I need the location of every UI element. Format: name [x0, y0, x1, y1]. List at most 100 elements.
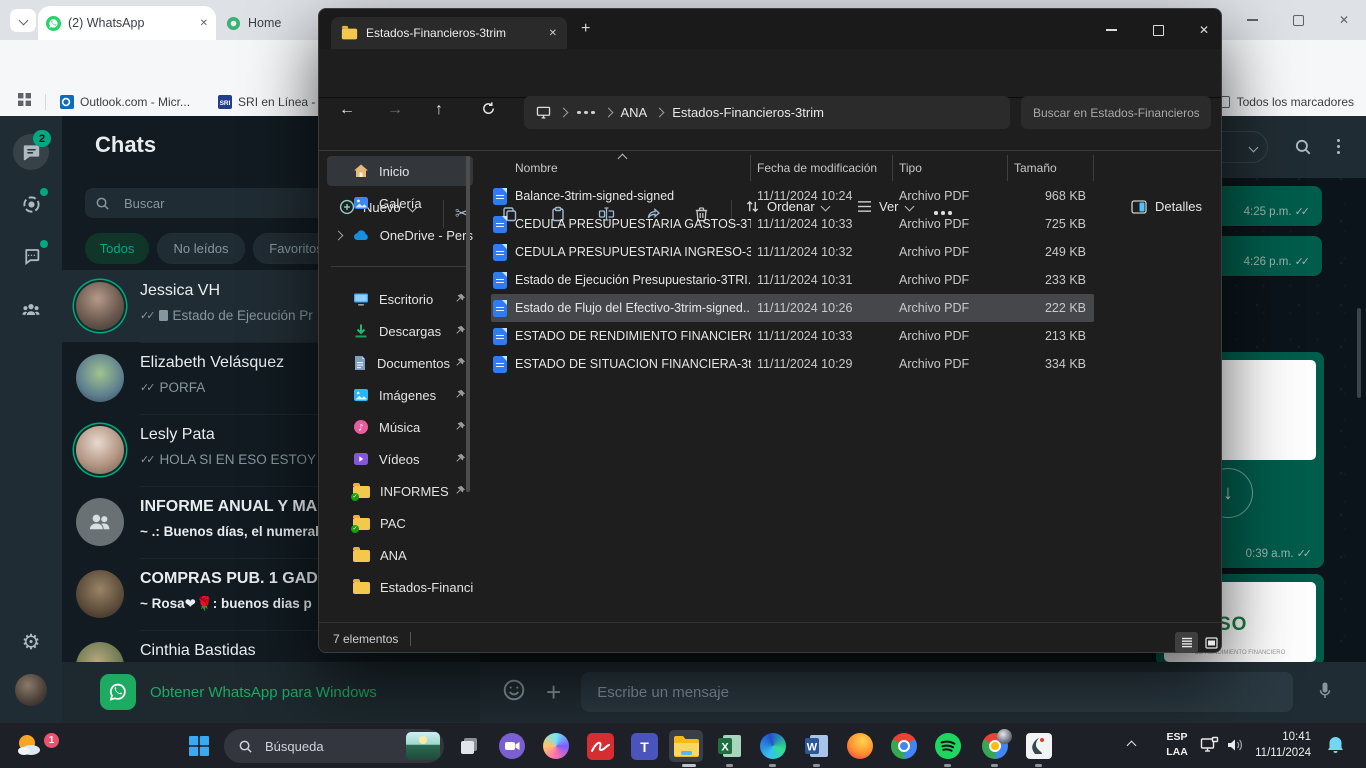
thumbnail-view-button[interactable] — [1200, 632, 1223, 653]
sidebar-item-videos[interactable]: Vídeos — [327, 444, 473, 474]
taskbar-search-input[interactable] — [263, 738, 367, 755]
chat-search-input[interactable] — [122, 195, 276, 212]
explorer-minimize-button[interactable] — [1094, 17, 1128, 43]
explorer-title-bar[interactable]: Estados-Financieros-3trim — [319, 9, 1221, 49]
scrollbar[interactable] — [1357, 308, 1361, 398]
sidebar-item-documentos[interactable]: Documentos — [327, 348, 473, 378]
word-app-icon[interactable]: W — [800, 730, 834, 762]
file-row[interactable]: Estado de Ejecución Presupuestario-3TRI.… — [491, 266, 1094, 294]
file-date: 11/11/2024 10:33 — [751, 217, 893, 231]
browser-tab-whatsapp[interactable]: (2) WhatsApp — [38, 6, 216, 40]
language-indicator[interactable]: ESP LAA — [1160, 730, 1194, 760]
meet-app-icon[interactable] — [495, 730, 529, 762]
chat-name: Cinthia Bastidas — [140, 642, 256, 660]
task-view-button[interactable] — [452, 730, 486, 762]
close-tab-icon[interactable] — [200, 18, 208, 29]
firmaec-app-icon[interactable] — [583, 730, 617, 762]
message-composer: + — [480, 662, 1366, 722]
chat-name: COMPRAS PUB. 1 GAD — [140, 570, 318, 588]
file-explorer-app-icon[interactable] — [669, 730, 703, 762]
conversation-menu-icon[interactable] — [1337, 145, 1340, 148]
network-icon[interactable] — [1200, 736, 1219, 753]
explorer-close-button[interactable] — [1187, 17, 1221, 43]
file-row[interactable]: CEDULA PRESUPUESTARIA GASTOS-3TRI... 11/… — [491, 210, 1094, 238]
file-row[interactable]: ESTADO DE SITUACION FINANCIERA-3tri... 1… — [491, 350, 1094, 378]
tab-search-button[interactable] — [10, 9, 36, 32]
clock-widget[interactable]: 10:41 11/11/2024 — [1243, 729, 1311, 761]
file-row-selected[interactable]: Estado de Flujo del Efectivo-3trim-signe… — [491, 294, 1094, 322]
explorer-maximize-button[interactable] — [1141, 17, 1175, 43]
running-indicator — [682, 764, 696, 767]
sidebar-item-imagenes[interactable]: Imágenes — [327, 380, 473, 410]
column-header-type[interactable]: Tipo — [893, 155, 1008, 181]
profile-avatar[interactable] — [13, 672, 49, 708]
sidebar-item-pac[interactable]: PAC — [327, 508, 473, 538]
column-header-size[interactable]: Tamaño — [1008, 155, 1094, 181]
sidebar-item-escritorio[interactable]: Escritorio — [327, 284, 473, 314]
chat-preview-text: ~ .: Buenos días, el numeral — [140, 524, 319, 539]
apps-grid-icon[interactable] — [18, 93, 31, 111]
explorer-tab[interactable]: Estados-Financieros-3trim — [331, 17, 567, 49]
details-button[interactable]: Detalles — [1131, 199, 1202, 214]
sidebar-label: Imágenes — [379, 388, 436, 403]
emoji-icon[interactable] — [502, 678, 526, 707]
sidebar-item-onedrive[interactable]: OneDrive - Pers — [327, 220, 473, 250]
chrome-profile-app-icon[interactable] — [978, 730, 1012, 762]
all-bookmarks-button[interactable]: Todos los marcadores — [1218, 95, 1354, 109]
settings-gear-icon[interactable]: ⚙ — [13, 624, 49, 660]
sidebar-item-galeria[interactable]: Galería — [327, 188, 473, 218]
sidebar-item-ana[interactable]: ANA — [327, 540, 473, 570]
chrome-app-icon[interactable] — [887, 730, 921, 762]
sidebar-item-descargas[interactable]: Descargas — [327, 316, 473, 346]
file-date: 11/11/2024 10:26 — [751, 301, 893, 315]
browser-close-button[interactable] — [1329, 7, 1359, 33]
search-highlight-image[interactable] — [406, 732, 440, 760]
browser-minimize-button[interactable] — [1237, 7, 1267, 33]
notification-bell-icon[interactable] — [1326, 735, 1345, 755]
sidebar-item-estados-financieros[interactable]: Estados-Financi — [327, 572, 473, 602]
bookmark-sri[interactable]: SRI SRI en Línea - — [218, 95, 315, 109]
file-size: 725 KB — [1008, 217, 1094, 231]
copilot-app-icon[interactable] — [539, 730, 573, 762]
communities-nav-icon[interactable] — [13, 292, 49, 328]
bookmark-outlook[interactable]: Outlook.com - Micr... — [60, 95, 190, 109]
column-header-date[interactable]: Fecha de modificación — [751, 155, 893, 181]
teams-app-icon[interactable]: T — [627, 730, 661, 762]
attach-plus-icon[interactable]: + — [546, 679, 561, 705]
folder-icon — [342, 29, 357, 40]
file-row[interactable]: Balance-3trim-signed-signed 11/11/2024 1… — [491, 182, 1094, 210]
filter-todos[interactable]: Todos — [85, 233, 149, 264]
filter-no-leidos[interactable]: No leídos — [157, 233, 245, 264]
new-tab-icon[interactable] — [581, 20, 590, 38]
download-app-banner[interactable]: Obtener WhatsApp para Windows — [62, 662, 480, 722]
java-app-icon[interactable] — [1022, 730, 1056, 762]
read-receipt-icon: ✓✓ — [1295, 205, 1307, 218]
sidebar-label: Estados-Financi — [380, 580, 473, 595]
message-input[interactable] — [581, 672, 1293, 712]
sidebar-scrollbar[interactable] — [466, 156, 470, 492]
file-row[interactable]: CEDULA PRESUPUESTARIA INGRESO-3TRI... 11… — [491, 238, 1094, 266]
browser-tab-home[interactable]: Home — [226, 10, 281, 36]
conversation-search-icon[interactable] — [1294, 138, 1312, 161]
start-button[interactable] — [182, 730, 216, 762]
browser-restore-button[interactable] — [1283, 7, 1313, 33]
whatsapp-logo-icon — [100, 674, 136, 710]
excel-app-icon[interactable]: X — [713, 730, 747, 762]
edge-app-icon[interactable] — [756, 730, 790, 762]
svg-text:SRI: SRI — [220, 100, 231, 107]
sidebar-item-inicio[interactable]: Inicio — [327, 156, 473, 186]
chat-search[interactable] — [85, 188, 343, 218]
expand-chevron-icon[interactable] — [334, 230, 344, 240]
close-tab-icon[interactable] — [549, 28, 557, 39]
mic-icon[interactable] — [1315, 680, 1335, 705]
spotify-app-icon[interactable] — [931, 730, 965, 762]
weather-widget[interactable]: 1 — [14, 731, 48, 761]
sidebar-item-musica[interactable]: ♪ Música — [327, 412, 473, 442]
volume-icon[interactable] — [1226, 737, 1244, 753]
file-row[interactable]: ESTADO DE RENDIMIENTO FINANCIERO-... 11/… — [491, 322, 1094, 350]
sidebar-item-informes[interactable]: INFORMES — [327, 476, 473, 506]
firefox-app-icon[interactable] — [843, 730, 877, 762]
tray-chevron-up-icon[interactable] — [1128, 742, 1135, 749]
taskbar-search[interactable] — [224, 729, 444, 763]
list-view-button[interactable] — [1175, 632, 1198, 653]
